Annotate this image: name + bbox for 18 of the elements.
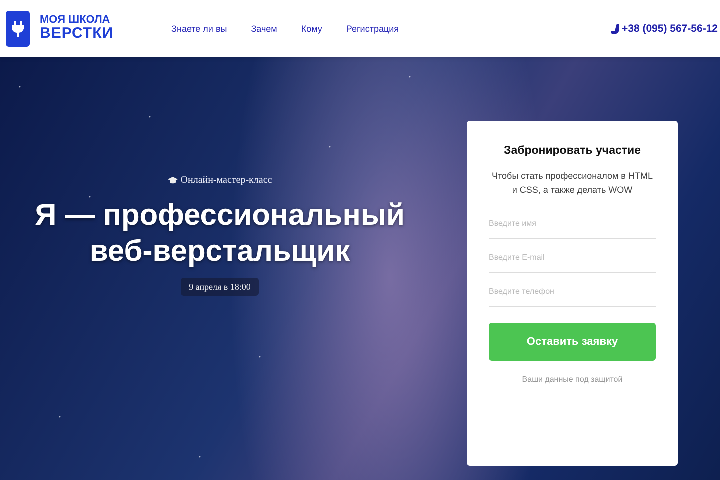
logo-text: МОЯ ШКОЛА [40,14,112,26]
eyebrow-text: Онлайн-мастер-класс [180,175,272,186]
input-field[interactable]: Введите телефон [489,277,656,307]
input-field[interactable]: Введите имя [489,209,656,239]
form-title: Забронировать участие [504,145,641,157]
nav-link[interactable]: Кому [301,24,322,34]
date-badge: 9 апреля в 18:00 [181,278,259,296]
hero-title: Я — профессиональный веб-верстальщик [34,198,406,270]
nav-link[interactable]: Зачем [251,24,278,34]
logo-text: ВЕРСТКИ [40,26,114,42]
privacy-note: Ваши данные под защитой [522,375,623,384]
graduation-cap-icon [168,177,178,184]
nav-link[interactable]: Знаете ли вы [172,24,228,34]
form-subtitle: Чтобы стать профессионалом в HTML и CSS, а также делать WOW [491,170,654,197]
plug-icon [6,10,30,46]
phone-number[interactable]: +38 (095) 567-56-12 [622,22,718,34]
input-field[interactable]: Введите E-mail [489,243,656,273]
nav-link[interactable]: Регистрация [346,24,400,34]
